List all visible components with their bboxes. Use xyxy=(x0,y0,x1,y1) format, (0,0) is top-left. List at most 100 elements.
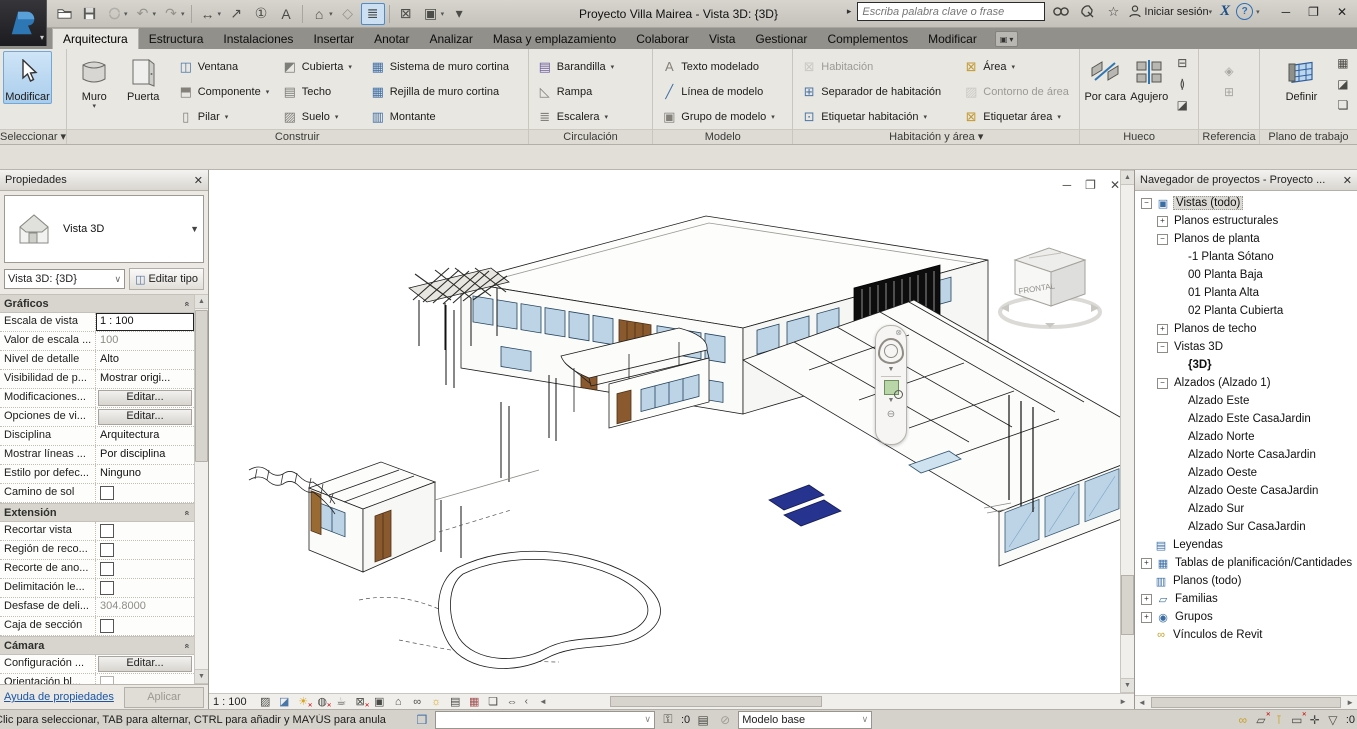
shadows-icon[interactable]: ◍ xyxy=(314,695,331,708)
render-dialog-icon[interactable]: ☕ xyxy=(333,695,350,708)
canvas-scroll-down-icon[interactable]: ▼ xyxy=(1120,678,1134,693)
redo-icon[interactable]: ↷ xyxy=(159,3,183,25)
editable-only-icon[interactable]: ⚿ xyxy=(659,712,677,727)
tab-anotar[interactable]: Anotar xyxy=(364,29,419,49)
tree-item-grupos[interactable]: +◉Grupos xyxy=(1135,608,1357,626)
application-menu-button[interactable]: ▾ xyxy=(0,0,47,46)
zoom-menu-arrow-icon[interactable]: ▼ xyxy=(888,397,895,404)
workplane-viewer-icon[interactable]: ◪ xyxy=(1334,75,1352,93)
stair-button[interactable]: ≣Escalera▾ xyxy=(532,104,619,129)
panel-caption-circulacion[interactable]: Circulación xyxy=(529,129,653,144)
edit-button[interactable]: Editar... xyxy=(98,409,192,425)
browser-hscroll-left-icon[interactable]: ◄ xyxy=(1135,698,1149,707)
select-links-icon[interactable]: ∞ xyxy=(1234,712,1252,727)
active-design-option-combo[interactable]: Modelo base ∨ xyxy=(738,711,872,729)
communication-center-icon[interactable] xyxy=(1077,3,1097,21)
undo-icon[interactable]: ↶ xyxy=(131,3,155,25)
tree-item-alzado-sur[interactable]: Alzado Sur xyxy=(1135,500,1357,518)
dropdown-arrow-icon[interactable]: ▾ xyxy=(605,113,609,121)
dropdown-arrow-icon[interactable]: ▾ xyxy=(771,113,775,121)
steering-wheel-icon[interactable] xyxy=(878,338,904,364)
column-button[interactable]: ▯Pilar▾ xyxy=(173,104,277,129)
wall-opening-icon[interactable]: ⊟ xyxy=(1173,54,1191,72)
analytical-model-icon[interactable]: ▦ xyxy=(466,695,483,708)
property-value[interactable]: Alto xyxy=(96,351,194,369)
close-hidden-windows-icon[interactable]: ⊠ xyxy=(394,3,418,25)
tree-item-alzado-norte-casajardin[interactable]: Alzado Norte CasaJardin xyxy=(1135,446,1357,464)
select-pinned-icon[interactable]: ⊺ xyxy=(1270,712,1288,727)
collapse-icon[interactable]: − xyxy=(1157,234,1168,245)
property-value[interactable] xyxy=(96,541,194,559)
tree-item-alzado-este[interactable]: Alzado Este xyxy=(1135,392,1357,410)
type-selector[interactable]: Vista 3D ▼ xyxy=(4,195,204,263)
edit-button[interactable]: Editar... xyxy=(98,390,192,406)
select-underlay-icon[interactable]: ▱ xyxy=(1252,712,1270,727)
restore-button[interactable]: ❐ xyxy=(1308,5,1319,19)
hscroll-left-icon[interactable]: ◄ xyxy=(536,697,550,706)
detail-level-icon[interactable]: ▨ xyxy=(257,695,274,708)
navigation-bar[interactable]: ⊗ ▼ ▼ ⊖ xyxy=(875,325,907,445)
browser-horizontal-scrollbar[interactable]: ◄ ► xyxy=(1135,695,1357,709)
reveal-constraints-icon[interactable]: ⇔ xyxy=(504,695,521,708)
instance-selector[interactable]: Vista 3D: {3D} ∨ xyxy=(4,269,125,289)
property-group-header[interactable]: Cámara« xyxy=(0,636,194,655)
view-scale-button[interactable]: 1 : 100 xyxy=(213,696,247,708)
scroll-up-icon[interactable]: ▲ xyxy=(194,294,208,309)
sign-in-button[interactable]: Iniciar sesión ▾ xyxy=(1129,5,1214,18)
curtain-system-button[interactable]: ▦Sistema de muro cortina xyxy=(365,54,525,79)
panel-caption-habitacion[interactable]: Habitación y área ▾ xyxy=(793,129,1079,144)
worksharing-display-icon[interactable]: ❏ xyxy=(485,695,502,708)
dropdown-arrow-icon[interactable]: ▾ xyxy=(1012,63,1016,71)
panel-caption-plano-trabajo[interactable]: Plano de trabajo xyxy=(1260,129,1357,144)
floor-button[interactable]: ▨Suelo▾ xyxy=(277,104,365,129)
crop-view-icon[interactable]: ⊠ xyxy=(352,695,369,708)
modify-button[interactable]: Modificar xyxy=(3,51,52,104)
tab-colaborar[interactable]: Colaborar xyxy=(626,29,699,49)
tree-item-00-planta-baja[interactable]: 00 Planta Baja xyxy=(1135,266,1357,284)
property-value[interactable] xyxy=(96,560,194,578)
properties-help-link[interactable]: Ayuda de propiedades xyxy=(4,691,114,703)
tree-item-02-planta-cubierta[interactable]: 02 Planta Cubierta xyxy=(1135,302,1357,320)
puerta-button[interactable]: Puerta xyxy=(119,51,168,110)
tag-room-button[interactable]: ⊡Etiquetar habitación▾ xyxy=(796,104,958,129)
property-value[interactable]: 1 : 100 xyxy=(96,313,194,331)
property-value[interactable]: Editar... xyxy=(96,408,194,426)
vertical-opening-icon[interactable]: ≬ xyxy=(1173,75,1191,93)
property-value[interactable]: 100 xyxy=(96,332,194,350)
measure-arrow-icon[interactable]: ▾ xyxy=(218,10,222,18)
tab-vista[interactable]: Vista xyxy=(699,29,745,49)
expand-icon[interactable]: + xyxy=(1141,612,1152,623)
property-group-header[interactable]: Extensión« xyxy=(0,503,194,522)
tab-analizar[interactable]: Analizar xyxy=(419,29,482,49)
switch-windows-arrow-icon[interactable]: ▾ xyxy=(441,10,445,18)
tree-item-familias[interactable]: +▱Familias xyxy=(1135,590,1357,608)
hscroll-right-icon[interactable]: ► xyxy=(1116,697,1130,706)
tree-item-alzado-oeste-casajardin[interactable]: Alzado Oeste CasaJardin xyxy=(1135,482,1357,500)
expand-icon[interactable]: + xyxy=(1157,324,1168,335)
visual-style-icon[interactable]: ◪ xyxy=(276,695,293,708)
model-line-button[interactable]: ╱Línea de modelo xyxy=(656,79,780,104)
component-button[interactable]: ⬒Componente▾ xyxy=(173,79,277,104)
tree-item-alzados-alzado-1-[interactable]: −Alzados (Alzado 1) xyxy=(1135,374,1357,392)
search-input[interactable] xyxy=(857,2,1045,21)
tree-item-planos-todo-[interactable]: ▥Planos (todo) xyxy=(1135,572,1357,590)
default-3d-view-arrow-icon[interactable]: ▾ xyxy=(329,10,333,18)
save-icon[interactable] xyxy=(77,3,101,25)
drawing-area[interactable]: ─ ❐ ✕ xyxy=(209,170,1134,709)
collapse-group-icon[interactable]: « xyxy=(182,643,192,648)
tag-by-category-icon[interactable]: ① xyxy=(249,3,273,25)
model-drawing[interactable] xyxy=(209,170,1123,693)
canvas-hscroll-thumb[interactable] xyxy=(610,696,822,707)
tree-item-planos-de-techo[interactable]: +Planos de techo xyxy=(1135,320,1357,338)
expand-icon[interactable]: + xyxy=(1141,594,1152,605)
dropdown-arrow-icon[interactable]: ▾ xyxy=(923,113,927,121)
collapse-group-icon[interactable]: « xyxy=(182,510,192,515)
property-value[interactable] xyxy=(96,579,194,597)
tree-item-alzado-sur-casajardin[interactable]: Alzado Sur CasaJardin xyxy=(1135,518,1357,536)
exchange-apps-icon[interactable]: X xyxy=(1220,3,1230,20)
collapse-group-icon[interactable]: « xyxy=(182,301,192,306)
properties-header[interactable]: Propiedades ✕ xyxy=(0,170,208,191)
temporary-hide-isolate-icon[interactable]: ∞ xyxy=(409,695,426,708)
canvas-scroll-up-icon[interactable]: ▲ xyxy=(1120,170,1134,185)
viewbar-collapse-icon[interactable]: ‹ xyxy=(525,696,528,707)
